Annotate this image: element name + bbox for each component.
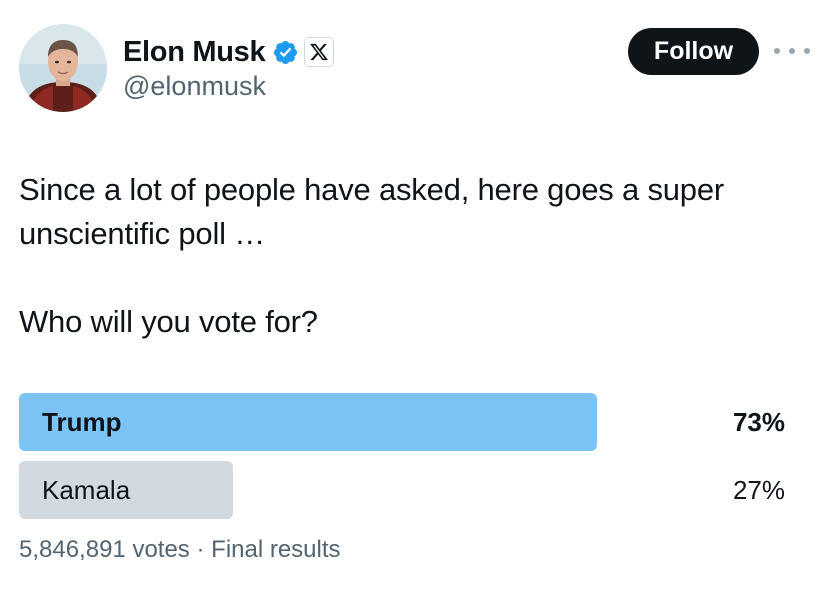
poll-option-trump[interactable]: Trump 73% — [19, 393, 809, 451]
follow-button[interactable]: Follow — [628, 28, 759, 75]
dot — [789, 48, 795, 54]
poll-option-kamala[interactable]: Kamala 27% — [19, 461, 809, 519]
more-options-icon[interactable] — [774, 43, 810, 59]
avatar[interactable] — [19, 24, 107, 112]
poll-vote-count: 5,846,891 votes — [19, 536, 190, 563]
separator: · — [196, 536, 205, 563]
poll-status: Final results — [211, 536, 341, 563]
poll-option-label: Trump — [42, 406, 122, 437]
poll-option-label: Kamala — [42, 474, 131, 505]
dot — [804, 48, 810, 54]
author-display-name[interactable]: Elon Musk — [123, 37, 266, 67]
author-name-row[interactable]: Elon Musk — [123, 33, 335, 71]
tweet-text-question: Who will you vote for? — [19, 304, 318, 339]
poll-footer: 5,846,891 votes · Final results — [19, 538, 341, 562]
poll-option-percent: 73% — [732, 406, 785, 437]
dot — [774, 48, 780, 54]
author-handle[interactable]: @elonmusk — [123, 73, 266, 100]
verified-badge-icon[interactable] — [272, 39, 299, 66]
tweet-text: Since a lot of people have asked, here g… — [19, 168, 809, 344]
poll-option-percent: 27% — [732, 474, 785, 505]
tweet-text-intro: Since a lot of people have asked, here g… — [19, 172, 725, 251]
avatar-image — [19, 24, 107, 112]
x-logo-icon[interactable] — [304, 37, 335, 67]
